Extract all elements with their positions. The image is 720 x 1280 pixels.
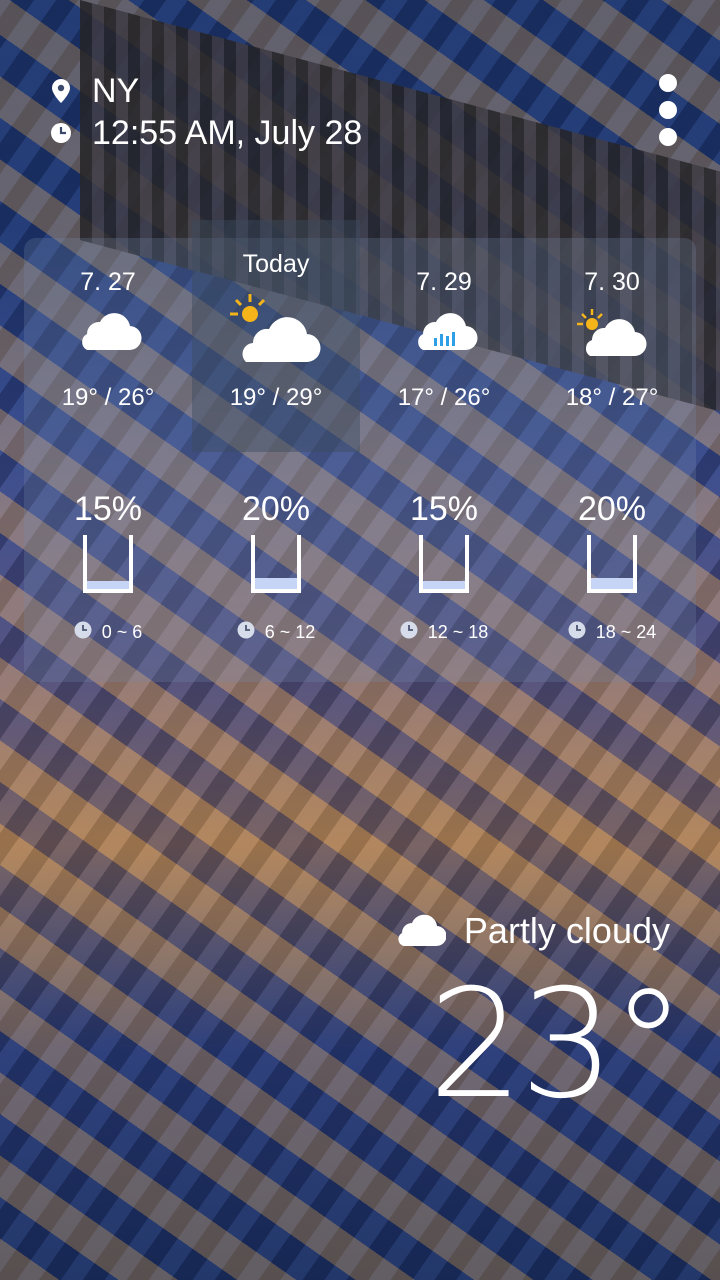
precip-percent: 20% [577, 490, 647, 528]
precip-cup [251, 535, 301, 593]
datetime-row: 12:55 AM, July 28 [48, 112, 362, 154]
partly-sunny-icon [528, 308, 696, 360]
clock-icon [568, 621, 586, 644]
rain-cloud-icon [360, 304, 528, 354]
datetime-label: 12:55 AM, July 28 [92, 113, 363, 152]
precip-item: 15% 12 ~ 18 [360, 490, 528, 660]
precip-fill [87, 580, 129, 589]
day-temps: 18° / 27° [565, 384, 659, 411]
location-pin-icon [48, 79, 74, 103]
more-vertical-icon[interactable] [656, 74, 680, 146]
day-temps: 19° / 26° [61, 384, 155, 411]
precip-cup [587, 535, 637, 593]
day-item[interactable]: 7. 29 17° / 26° [360, 238, 528, 438]
precip-range: 6 ~ 12 [264, 622, 316, 642]
precip-item: 15% 0 ~ 6 [24, 490, 192, 660]
precip-item: 20% 18 ~ 24 [528, 490, 696, 660]
day-item[interactable]: 7. 27 19° / 26° [24, 238, 192, 438]
clock-icon [48, 122, 74, 144]
day-date: 7. 27 [80, 268, 136, 296]
location-row[interactable]: NY [48, 70, 362, 112]
day-item[interactable]: 7. 30 18° / 27° [528, 238, 696, 438]
precip-range: 18 ~ 24 [595, 622, 657, 642]
day-item-today[interactable]: Today 19° / 29° [192, 238, 360, 438]
day-temps: 17° / 26° [397, 384, 491, 411]
day-date: Today [242, 250, 310, 278]
precip-fill [591, 578, 633, 589]
precip-percent: 15% [409, 490, 479, 528]
current-condition: Partly cloudy [394, 908, 670, 953]
day-date: 7. 30 [584, 268, 640, 296]
precip-range: 12 ~ 18 [427, 622, 489, 642]
cloud-icon [24, 304, 192, 354]
precip-percent: 20% [241, 490, 311, 528]
condition-label: Partly cloudy [463, 909, 670, 951]
precip-fill [255, 578, 297, 589]
precip-fill [423, 580, 465, 589]
precip-percent: 15% [73, 490, 143, 528]
daily-forecast: 7. 27 19° / 26° Today 19° / 29° 7. 29 17… [24, 238, 696, 438]
hourly-precipitation: 15% 0 ~ 6 20% 6 ~ 12 15% 12 ~ 18 20% 18 … [24, 490, 696, 660]
header: NY 12:55 AM, July 28 [48, 70, 362, 154]
clock-icon [400, 621, 418, 644]
precip-cup [419, 535, 469, 593]
day-temps: 19° / 29° [229, 384, 323, 411]
partly-cloudy-night-icon [394, 908, 447, 953]
precip-cup [83, 535, 133, 593]
clock-icon [237, 621, 255, 644]
day-date: 7. 29 [416, 268, 472, 296]
clock-icon [74, 621, 92, 644]
location-label: NY [92, 71, 140, 110]
current-temperature: 23° [428, 958, 686, 1132]
precip-item: 20% 6 ~ 12 [192, 490, 360, 660]
precip-range: 0 ~ 6 [101, 622, 143, 642]
partly-sunny-icon [192, 292, 360, 368]
